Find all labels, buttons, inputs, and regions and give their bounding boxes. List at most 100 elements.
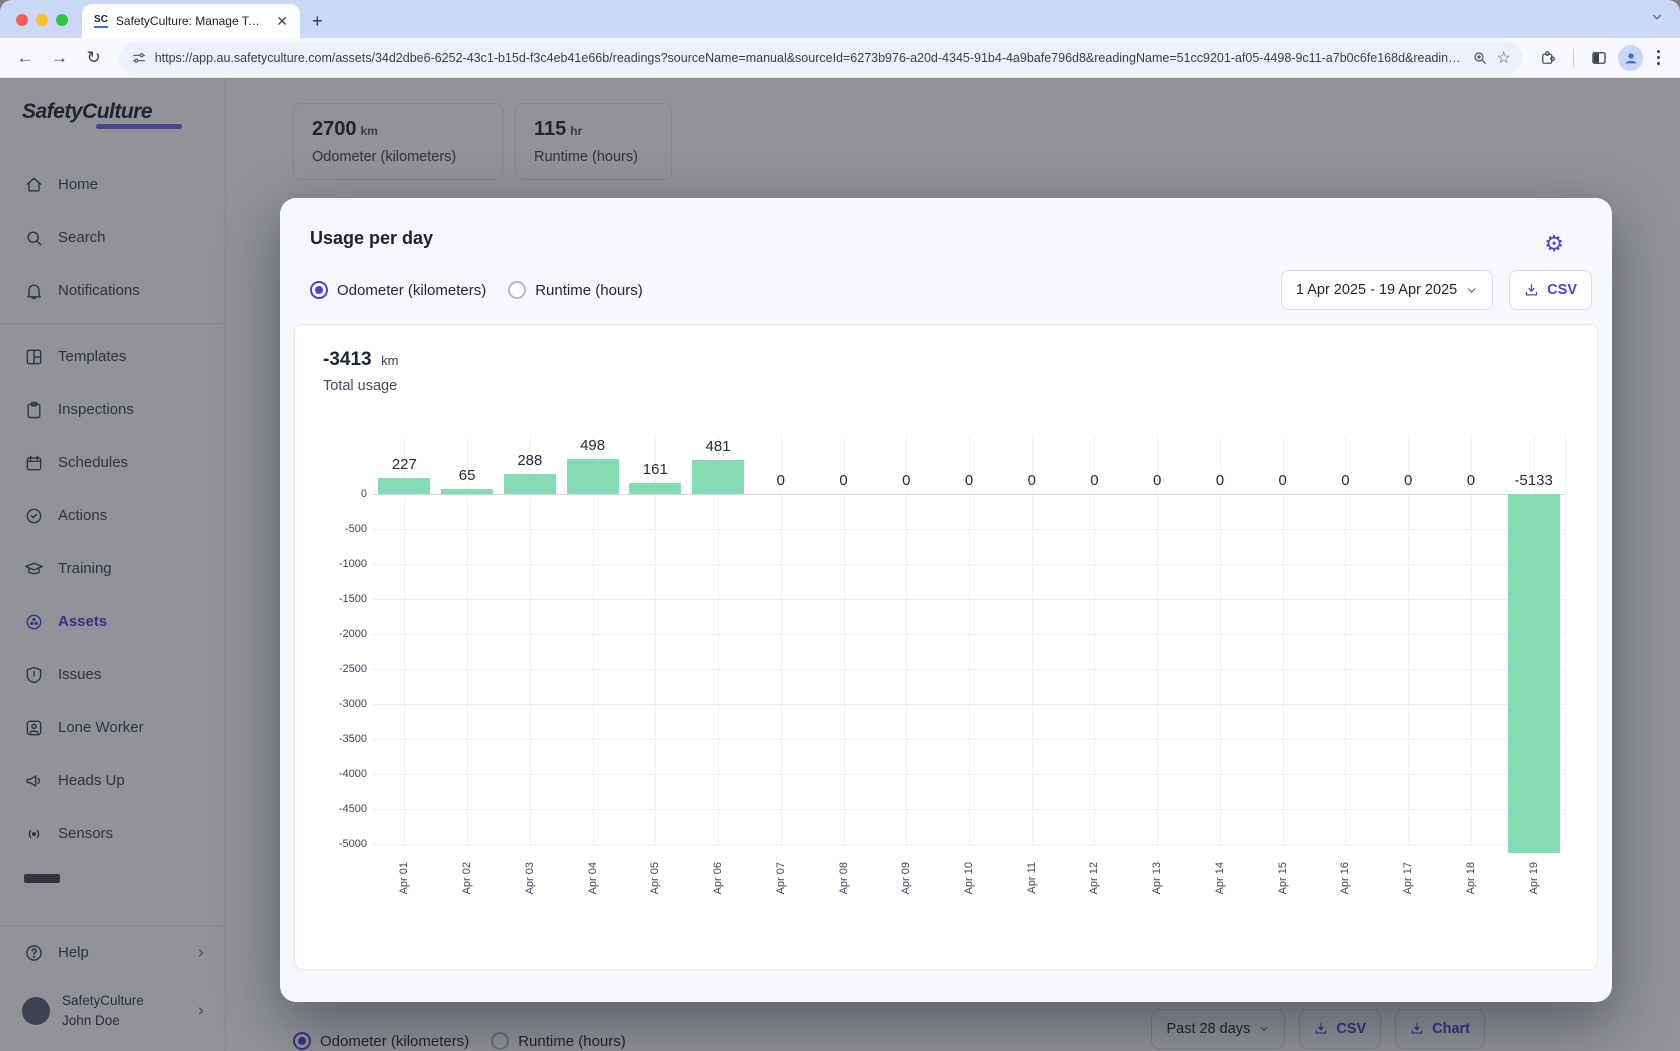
date-range-picker[interactable]: 1 Apr 2025 - 19 Apr 2025 [1281, 270, 1493, 310]
radio-label: Runtime (hours) [535, 282, 643, 299]
gridline-horizontal [373, 634, 1565, 635]
forward-button[interactable]: → [44, 42, 74, 74]
x-tick-label: Apr 03 [524, 862, 536, 918]
radio-odometer[interactable]: Odometer (kilometers) [310, 281, 486, 299]
gridline-vertical [1471, 436, 1472, 844]
bar-value-label: 0 [1185, 472, 1255, 489]
tab-title: SafetyCulture: Manage Teams and... [116, 14, 264, 28]
gridline-vertical [593, 436, 594, 844]
gridline-vertical [969, 436, 970, 844]
gridline-vertical [1157, 436, 1158, 844]
minimize-window-button[interactable] [36, 14, 48, 26]
gridline-vertical [1283, 436, 1284, 844]
bar-value-label: 0 [1436, 472, 1506, 489]
bar [567, 459, 619, 494]
gridline-vertical [1345, 436, 1346, 844]
gridline-horizontal [373, 809, 1565, 810]
bar [504, 474, 556, 494]
browser-menu-icon[interactable] [1647, 50, 1670, 65]
gridline-horizontal [373, 494, 1565, 495]
x-tick-label: Apr 04 [587, 862, 599, 918]
gridline-vertical [781, 436, 782, 844]
csv-download-button[interactable]: CSV [1509, 270, 1592, 310]
y-tick-label: -2500 [323, 663, 367, 675]
bar-value-label: 481 [683, 438, 753, 455]
y-tick-label: -1500 [323, 593, 367, 605]
gridline-horizontal [373, 669, 1565, 670]
safetyculture-favicon: SC [94, 14, 108, 28]
bar-value-label: 288 [495, 452, 565, 469]
back-button[interactable]: ← [10, 42, 40, 74]
extensions-icon[interactable] [1533, 42, 1563, 74]
gridline-vertical [844, 436, 845, 844]
x-tick-label: Apr 01 [398, 862, 410, 918]
x-tick-label: Apr 13 [1151, 862, 1163, 918]
bar-value-label: 0 [1310, 472, 1380, 489]
bar-value-label: 0 [934, 472, 1004, 489]
new-tab-button[interactable]: + [300, 11, 335, 38]
usage-bar-chart: 0-500-1000-1500-2000-2500-3000-3500-4000… [323, 400, 1569, 935]
bar-value-label: 0 [1122, 472, 1192, 489]
gridline-vertical [404, 436, 405, 844]
gridline-vertical [655, 436, 656, 844]
settings-gear-icon[interactable]: ⚙ [1544, 234, 1564, 254]
x-tick-label: Apr 12 [1088, 862, 1100, 918]
side-panel-icon[interactable] [1584, 42, 1614, 74]
total-usage-unit: km [381, 353, 398, 368]
bar-value-label: 161 [620, 461, 690, 478]
browser-toolbar: ← → ↻ https://app.au.safetyculture.com/a… [0, 38, 1680, 78]
bar-value-label: 498 [558, 437, 628, 454]
close-window-button[interactable] [16, 14, 28, 26]
gridline-horizontal [373, 599, 1565, 600]
gridline-vertical [906, 436, 907, 844]
gridline-vertical [718, 436, 719, 844]
address-bar[interactable]: https://app.au.safetyculture.com/assets/… [119, 42, 1523, 74]
bar-value-label: 227 [369, 456, 439, 473]
y-tick-label: -500 [323, 523, 367, 535]
gridline-horizontal [373, 704, 1565, 705]
x-tick-label: Apr 10 [963, 862, 975, 918]
tab-close-icon[interactable]: ✕ [272, 13, 292, 30]
gridline-horizontal [373, 529, 1565, 530]
reload-button[interactable]: ↻ [78, 42, 108, 74]
bar-value-label: 0 [1059, 472, 1129, 489]
bar [692, 460, 744, 494]
modal-title: Usage per day [310, 228, 433, 249]
chevron-down-icon [1465, 284, 1478, 297]
zoom-window-button[interactable] [56, 14, 68, 26]
date-range-label: 1 Apr 2025 - 19 Apr 2025 [1296, 282, 1457, 298]
x-tick-label: Apr 07 [775, 862, 787, 918]
zoom-page-icon[interactable] [1472, 50, 1488, 66]
gridline-vertical [530, 436, 531, 844]
radio-selected-icon [310, 281, 328, 299]
gridline-horizontal [373, 774, 1565, 775]
usage-per-day-modal: Usage per day ⚙ Odometer (kilometers) Ru… [280, 198, 1612, 1002]
x-tick-label: Apr 17 [1402, 862, 1414, 918]
gridline-vertical [1565, 436, 1566, 844]
gridline-vertical [467, 436, 468, 844]
bookmark-star-icon[interactable]: ☆ [1496, 48, 1510, 68]
browser-tab[interactable]: SC SafetyCulture: Manage Teams and... ✕ [82, 4, 300, 38]
gridline-vertical [1094, 436, 1095, 844]
gridline-horizontal [373, 739, 1565, 740]
x-tick-label: Apr 08 [838, 862, 850, 918]
bar-value-label: 0 [1373, 472, 1443, 489]
toolbar-separator [1573, 49, 1574, 67]
x-tick-label: Apr 14 [1214, 862, 1226, 918]
browser-window: SC SafetyCulture: Manage Teams and... ✕ … [0, 0, 1680, 1051]
gridline-vertical [1220, 436, 1221, 844]
profile-avatar-icon[interactable] [1618, 45, 1643, 71]
bar [629, 483, 681, 494]
y-tick-label: 0 [323, 488, 367, 500]
x-tick-label: Apr 18 [1465, 862, 1477, 918]
y-tick-label: -3500 [323, 733, 367, 745]
radio-label: Odometer (kilometers) [337, 282, 486, 299]
tab-search-chevron-icon[interactable] [1650, 10, 1664, 24]
bar [378, 478, 430, 494]
bar-value-label: 65 [432, 467, 502, 484]
tab-strip: SC SafetyCulture: Manage Teams and... ✕ … [0, 0, 1680, 38]
bar [441, 489, 493, 494]
bar [1508, 494, 1560, 853]
radio-runtime[interactable]: Runtime (hours) [508, 281, 643, 299]
site-settings-icon[interactable] [131, 50, 147, 66]
